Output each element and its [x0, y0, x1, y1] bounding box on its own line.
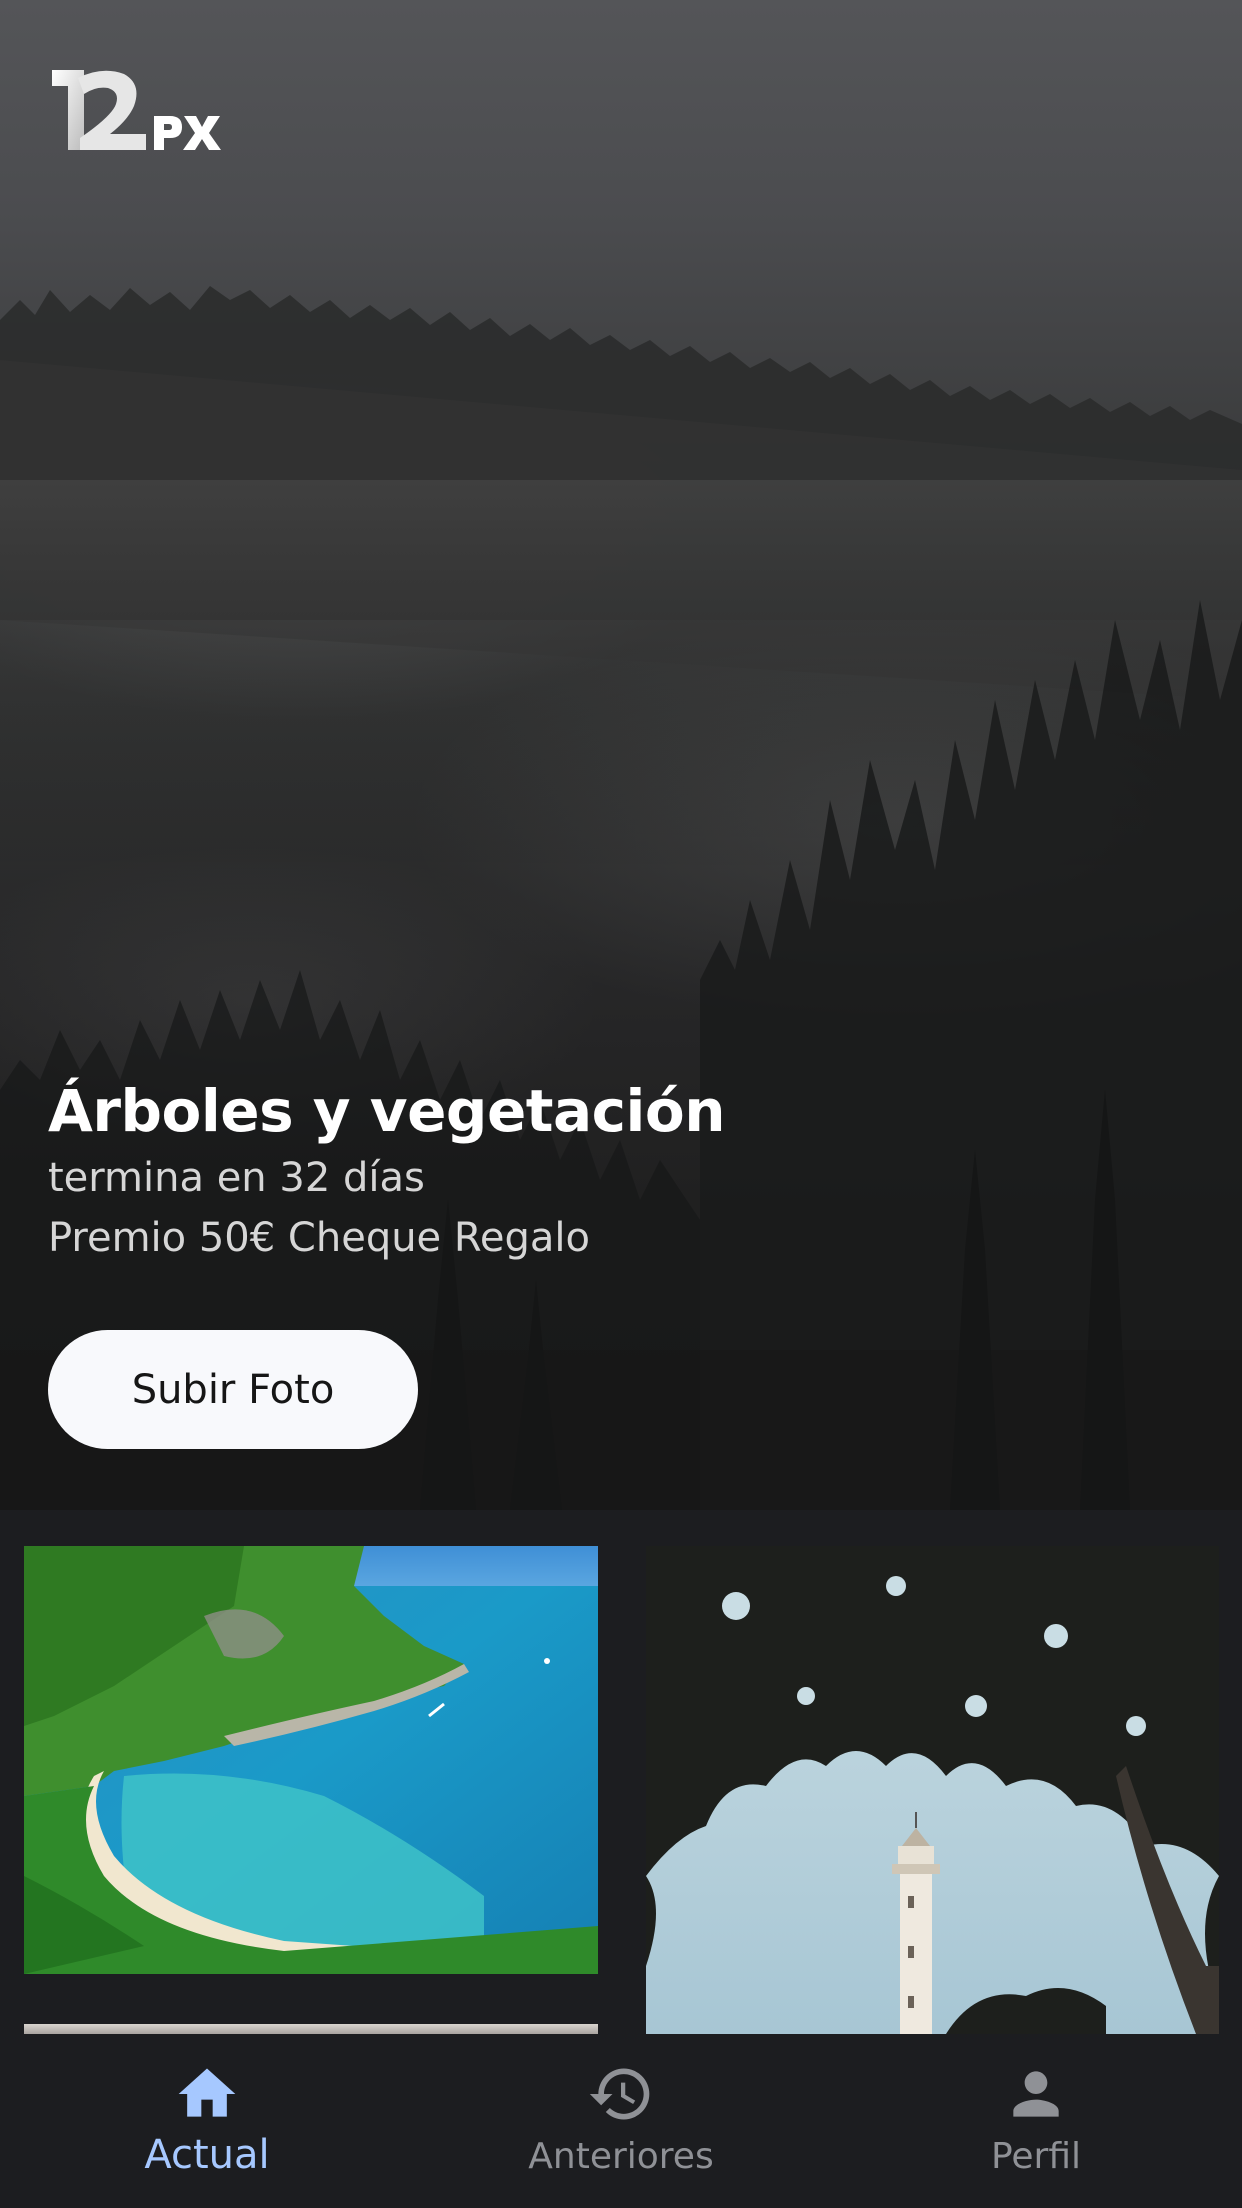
photo-tile-peek — [24, 2024, 598, 2034]
hero-banner: Árboles y vegetación termina en 32 días … — [0, 0, 1242, 1510]
bottom-tab-bar: Actual Anteriores Perfil — [0, 2034, 1242, 2208]
tab-anteriores-label: Anteriores — [528, 2136, 714, 2177]
tab-anteriores[interactable]: Anteriores — [500, 2034, 742, 2208]
photo-tile[interactable] — [646, 1546, 1219, 2034]
history-icon — [589, 2068, 650, 2120]
tab-perfil-label: Perfil — [990, 2136, 1082, 2177]
tab-actual[interactable]: Actual — [100, 2034, 314, 2208]
contest-prize: Premio 50€ Cheque Regalo — [48, 1215, 590, 1261]
tab-actual-label: Actual — [144, 2132, 270, 2178]
12px-logo — [52, 70, 221, 150]
lighthouse-trees-image — [646, 1546, 1219, 2034]
contest-ends: termina en 32 días — [48, 1155, 425, 1201]
home-icon — [178, 2068, 236, 2117]
contest-info: Árboles y vegetación termina en 32 días … — [48, 1074, 1148, 1268]
beach-bay-image — [24, 1546, 598, 1974]
upload-photo-button[interactable]: Subir Foto — [48, 1330, 418, 1449]
tab-perfil[interactable]: Perfil — [950, 2034, 1122, 2208]
person-icon — [1013, 2071, 1059, 2117]
photo-tile[interactable] — [24, 1546, 598, 1974]
forest-image — [0, 286, 1242, 1510]
contest-title: Árboles y vegetación — [48, 1077, 726, 1145]
